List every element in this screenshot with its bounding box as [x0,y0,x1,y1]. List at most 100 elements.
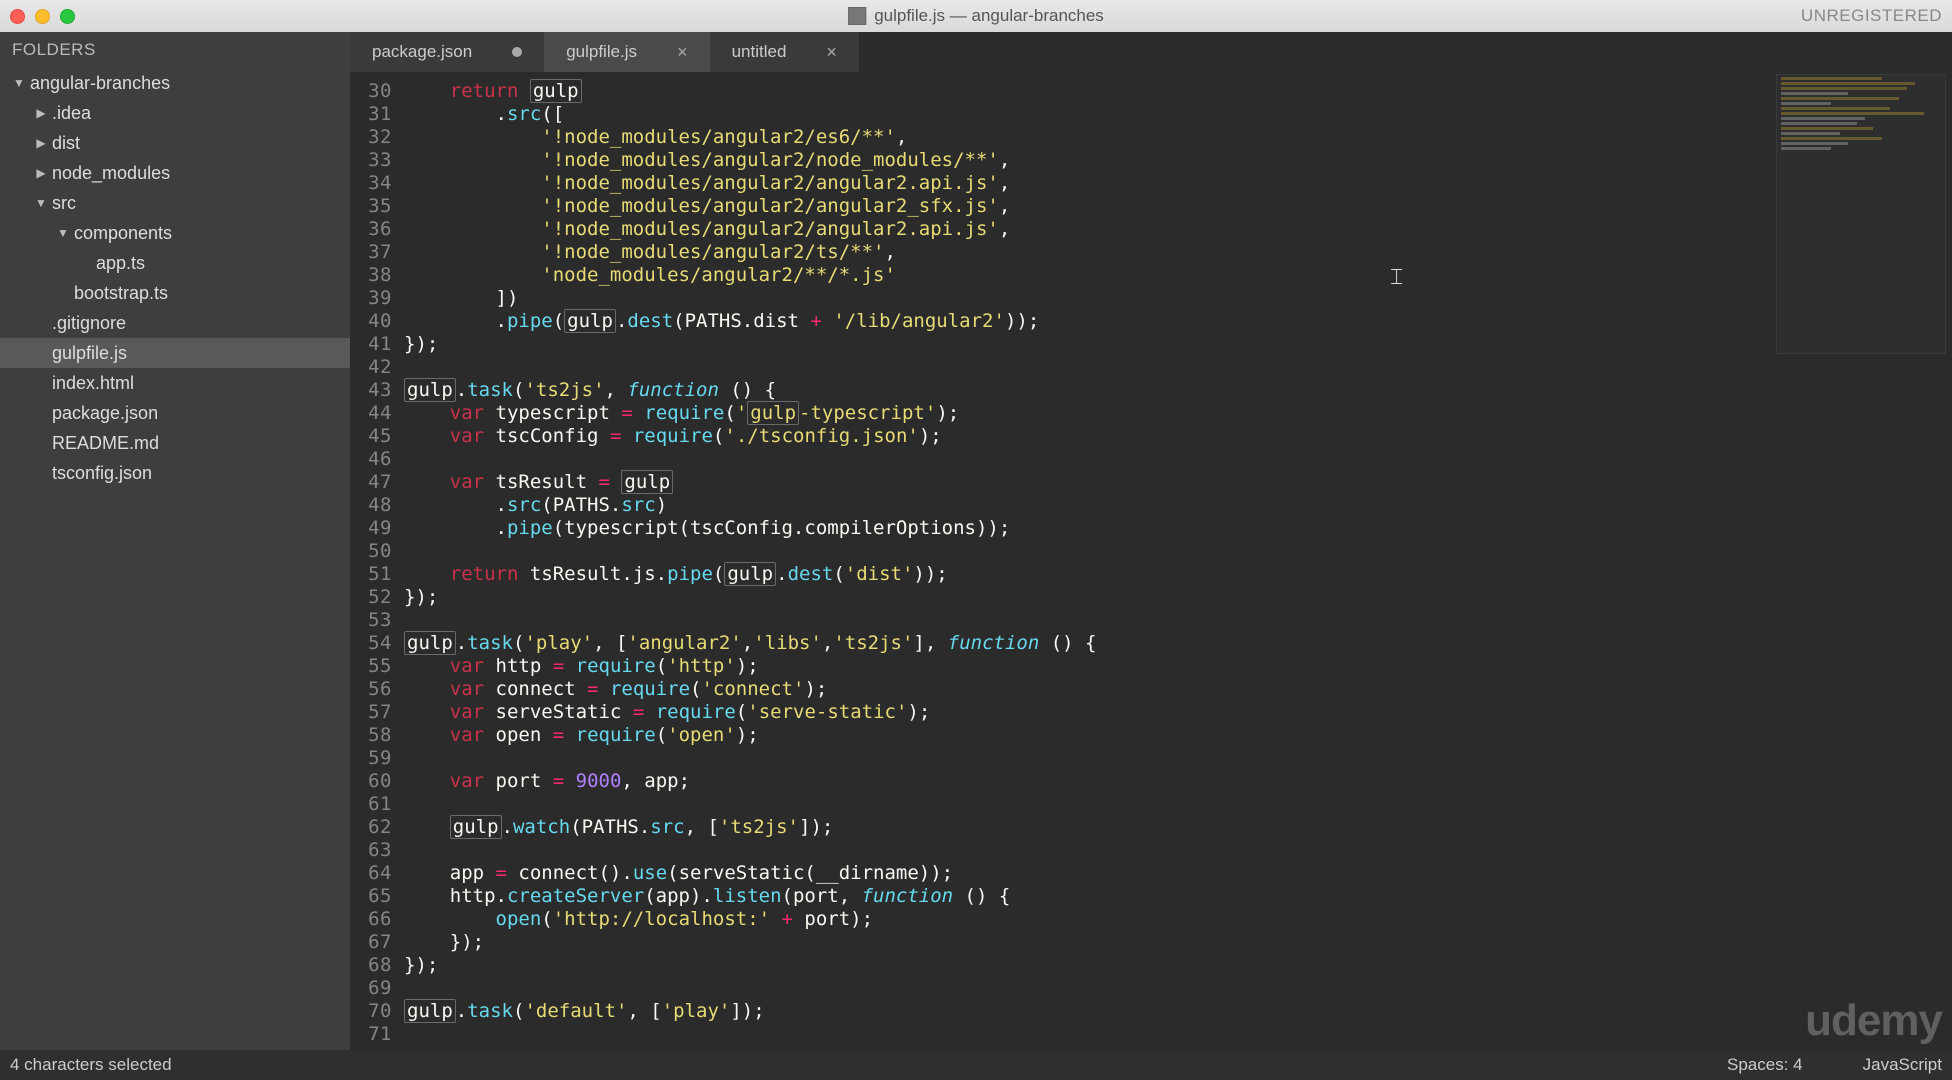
udemy-watermark: udemy [1805,996,1942,1046]
close-tab-icon[interactable]: × [826,42,837,63]
code-line[interactable] [404,448,1952,471]
code-line[interactable]: }); [404,586,1952,609]
code-line[interactable]: '!node_modules/angular2/es6/**', [404,126,1952,149]
code-line[interactable]: return gulp [404,80,1952,103]
folder-item[interactable]: ▼ components [0,218,350,248]
line-number: 35 [350,195,392,218]
minimap[interactable] [1776,74,1946,354]
code-line[interactable]: '!node_modules/angular2/angular2.api.js'… [404,218,1952,241]
code-line[interactable]: .pipe(typescript(tscConfig.compilerOptio… [404,517,1952,540]
code-line[interactable]: var http = require('http'); [404,655,1952,678]
code-line[interactable]: var open = require('open'); [404,724,1952,747]
code-line[interactable] [404,747,1952,770]
line-number: 65 [350,885,392,908]
file-item[interactable]: bootstrap.ts [0,278,350,308]
line-number: 52 [350,586,392,609]
minimize-window-button[interactable] [35,9,50,24]
chevron-right-icon[interactable]: ▶ [34,106,48,120]
line-number: 62 [350,816,392,839]
chevron-down-icon[interactable]: ▼ [56,226,70,240]
file-item[interactable]: package.json [0,398,350,428]
close-window-button[interactable] [10,9,25,24]
code-line[interactable] [404,1023,1952,1046]
tree-item-label: .idea [52,103,91,124]
chevron-down-icon[interactable]: ▼ [12,76,26,90]
code-line[interactable]: '!node_modules/angular2/node_modules/**'… [404,149,1952,172]
chevron-right-icon[interactable]: ▶ [34,136,48,150]
code-line[interactable]: gulp.watch(PATHS.src, ['ts2js']); [404,816,1952,839]
code-line[interactable]: '!node_modules/angular2/ts/**', [404,241,1952,264]
code-line[interactable]: }); [404,333,1952,356]
code-line[interactable]: var tsResult = gulp [404,471,1952,494]
line-number: 33 [350,149,392,172]
code-line[interactable]: http.createServer(app).listen(port, func… [404,885,1952,908]
close-tab-icon[interactable]: × [677,42,688,63]
code-line[interactable]: open('http://localhost:' + port); [404,908,1952,931]
code-line[interactable]: }); [404,931,1952,954]
code-line[interactable]: .src(PATHS.src) [404,494,1952,517]
code-line[interactable]: return tsResult.js.pipe(gulp.dest('dist'… [404,563,1952,586]
code-line[interactable]: '!node_modules/angular2/angular2.api.js'… [404,172,1952,195]
line-number: 47 [350,471,392,494]
code-line[interactable]: var typescript = require('gulp-typescrip… [404,402,1952,425]
dirty-indicator-icon [512,47,522,57]
code-line[interactable]: 'node_modules/angular2/**/*.js' [404,264,1952,287]
code-line[interactable]: app = connect().use(serveStatic(__dirnam… [404,862,1952,885]
code-content[interactable]: return gulp .src([ '!node_modules/angula… [404,72,1952,1050]
line-number: 64 [350,862,392,885]
tree-item-label: components [74,223,172,244]
folder-item[interactable]: ▶ .idea [0,98,350,128]
code-line[interactable] [404,839,1952,862]
code-line[interactable] [404,977,1952,1000]
file-item[interactable]: README.md [0,428,350,458]
code-line[interactable]: '!node_modules/angular2/angular2_sfx.js'… [404,195,1952,218]
file-item[interactable]: gulpfile.js [0,338,350,368]
tab[interactable]: gulpfile.js × [544,32,709,72]
line-number: 44 [350,402,392,425]
code-line[interactable]: }); [404,954,1952,977]
folder-item[interactable]: ▶dist [0,128,350,158]
folder-item[interactable]: ▼src [0,188,350,218]
line-number: 66 [350,908,392,931]
tree-item-label: angular-branches [30,73,170,94]
folder-item[interactable]: ▶ node_modules [0,158,350,188]
file-item[interactable]: tsconfig.json [0,458,350,488]
status-bar: 4 characters selected Spaces: 4 JavaScri… [0,1050,1952,1080]
code-line[interactable]: var tscConfig = require('./tsconfig.json… [404,425,1952,448]
folder-item[interactable]: ▼ angular-branches [0,68,350,98]
code-line[interactable]: var serveStatic = require('serve-static'… [404,701,1952,724]
code-view[interactable]: 3031323334353637383940414243444546474849… [350,72,1952,1050]
code-line[interactable]: ]) [404,287,1952,310]
unregistered-label: UNREGISTERED [1801,6,1942,26]
tab[interactable]: untitled× [710,32,859,72]
code-line[interactable]: .pipe(gulp.dest(PATHS.dist + '/lib/angul… [404,310,1952,333]
line-number: 45 [350,425,392,448]
code-line[interactable]: gulp.task('play', ['angular2','libs','ts… [404,632,1952,655]
code-line[interactable]: var port = 9000, app; [404,770,1952,793]
line-number: 59 [350,747,392,770]
file-item[interactable]: app.ts [0,248,350,278]
code-line[interactable] [404,540,1952,563]
file-item[interactable]: index.html [0,368,350,398]
code-line[interactable] [404,609,1952,632]
zoom-window-button[interactable] [60,9,75,24]
indentation-status[interactable]: Spaces: 4 [1727,1055,1803,1075]
code-line[interactable] [404,356,1952,379]
code-line[interactable] [404,793,1952,816]
tree-item-label: node_modules [52,163,170,184]
syntax-status[interactable]: JavaScript [1863,1055,1942,1075]
file-item[interactable]: .gitignore [0,308,350,338]
line-number: 63 [350,839,392,862]
selection-status: 4 characters selected [10,1055,172,1075]
code-line[interactable]: gulp.task('default', ['play']); [404,1000,1952,1023]
code-line[interactable]: var connect = require('connect'); [404,678,1952,701]
line-number-gutter: 3031323334353637383940414243444546474849… [350,72,404,1050]
chevron-down-icon[interactable]: ▼ [34,196,48,210]
line-number: 41 [350,333,392,356]
tab[interactable]: package.json [350,32,544,72]
chevron-right-icon[interactable]: ▶ [34,166,48,180]
code-line[interactable]: gulp.task('ts2js', function () { [404,379,1952,402]
code-line[interactable]: .src([ [404,103,1952,126]
titlebar: gulpfile.js — angular-branches UNREGISTE… [0,0,1952,32]
tab-label: gulpfile.js [566,42,637,62]
